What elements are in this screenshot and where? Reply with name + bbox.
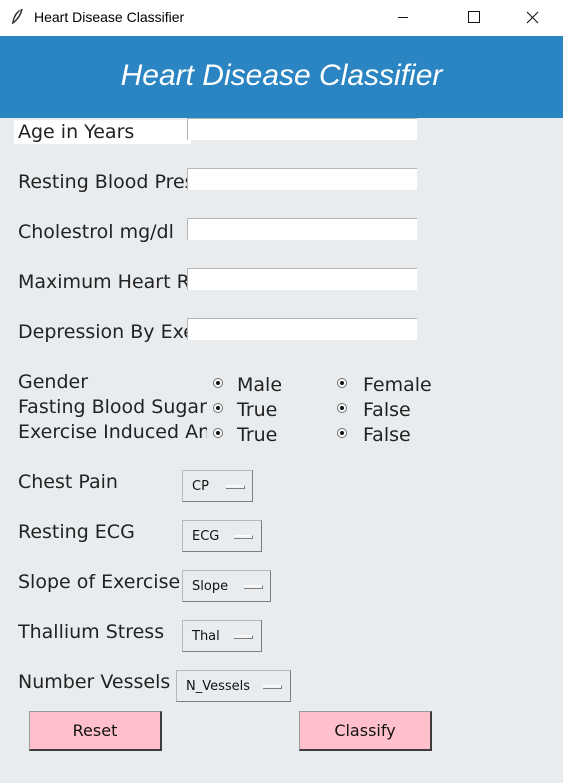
resting-ecg-value: ECG [192,529,220,544]
close-icon [526,11,539,24]
close-button[interactable] [509,0,555,36]
angina-true-label[interactable]: True [237,423,277,447]
depression-label: Depression By Exercise [18,321,187,343]
resting-ecg-select[interactable]: ECG [182,520,262,552]
thallium-value: Thal [192,629,220,644]
resting-bp-input[interactable] [187,168,417,190]
dropdown-indicator-icon [226,485,245,489]
classify-button[interactable]: Classify [299,711,432,751]
fbs-false-label[interactable]: False [363,398,411,422]
feather-icon [12,8,23,24]
max-heart-rate-input[interactable] [187,268,417,290]
dropdown-indicator-icon [263,685,282,689]
gender-female-radio[interactable] [337,378,347,388]
dropdown-indicator-icon [234,535,253,539]
page-title: Heart Disease Classifier [120,59,443,92]
resting-bp-label: Resting Blood Pressure [18,171,187,193]
chest-pain-value: CP [192,479,209,494]
vessels-select[interactable]: N_Vessels [176,670,291,702]
minimize-icon [398,17,408,18]
gender-male-label[interactable]: Male [237,373,282,397]
thallium-label: Thallium Stress [18,621,165,643]
maximize-icon [468,11,480,23]
slope-label: Slope of Exercise [18,571,180,593]
vessels-value: N_Vessels [186,679,251,694]
age-label: Age in Years [14,120,191,144]
maximize-button[interactable] [450,0,496,36]
fbs-true-radio[interactable] [213,403,223,413]
reset-button[interactable]: Reset [29,711,162,751]
cholesterol-label: Cholestrol mg/dl [18,221,174,243]
fbs-true-label[interactable]: True [237,398,277,422]
max-heart-rate-label: Maximum Heart Rate [18,271,187,293]
thallium-select[interactable]: Thal [182,620,262,652]
vessels-label: Number Vessels [18,671,171,693]
dropdown-indicator-icon [234,635,253,639]
window-title-bar: Heart Disease Classifier [0,0,563,36]
angina-true-radio[interactable] [213,428,223,438]
age-input[interactable] [187,118,417,140]
depression-input[interactable] [187,318,417,340]
chest-pain-label: Chest Pain [18,471,118,493]
fasting-blood-sugar-label: Fasting Blood Sugar [18,396,207,418]
dropdown-indicator-icon [244,585,263,589]
angina-false-radio[interactable] [337,428,347,438]
resting-ecg-label: Resting ECG [18,521,135,543]
slope-value: Slope [192,579,229,594]
gender-female-label[interactable]: Female [363,373,432,397]
fbs-false-radio[interactable] [337,403,347,413]
gender-male-radio[interactable] [213,378,223,388]
chest-pain-select[interactable]: CP [182,470,253,502]
gender-label: Gender [18,371,89,393]
angina-false-label[interactable]: False [363,423,411,447]
exercise-angina-label: Exercise Induced Angina [18,421,207,443]
window-title: Heart Disease Classifier [34,9,185,25]
minimize-button[interactable] [380,0,426,36]
cholesterol-input[interactable] [187,218,417,240]
slope-select[interactable]: Slope [182,570,271,602]
